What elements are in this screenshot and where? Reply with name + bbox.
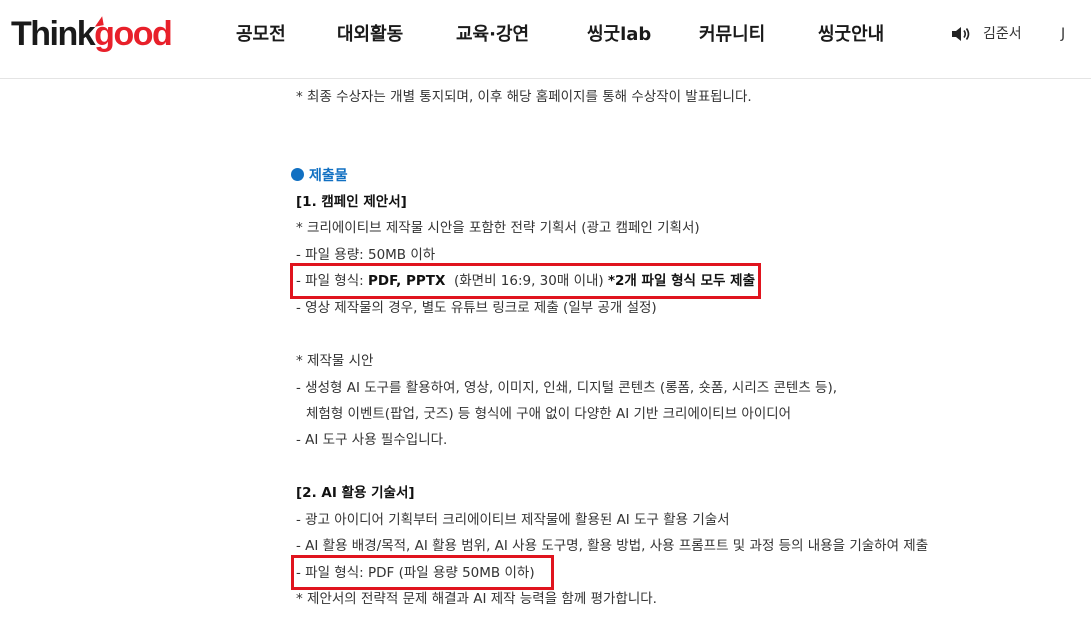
part2-line1: - 광고 아이디어 기획부터 크리에이티브 제작물에 활용된 AI 도구 활용 …	[296, 512, 730, 528]
nav-education[interactable]: 교육·강연	[456, 23, 529, 47]
part2-eval: * 제안서의 전략적 문제 해결과 AI 제작 능력을 함께 평가합니다.	[296, 591, 657, 607]
section-title-submission: 제출물	[291, 167, 348, 185]
part1-title: [1. 캠페인 제안서]	[296, 194, 407, 210]
site-header: Thinkgood 공모전 대외활동 교육·강연 씽굿lab 커뮤니티 씽굿안내…	[0, 0, 1091, 79]
draft-line1: - 생성형 AI 도구를 활용하여, 영상, 이미지, 인쇄, 디지털 콘텐츠 …	[296, 380, 838, 396]
draft-title: * 제작물 시안	[296, 353, 374, 369]
part1-video: - 영상 제작물의 경우, 별도 유튜브 링크로 제출 (일부 공개 설정)	[296, 300, 657, 316]
part2-title: [2. AI 활용 기술서]	[296, 485, 415, 501]
speaker-icon[interactable]	[951, 26, 971, 42]
nav-about[interactable]: 씽굿안내	[818, 23, 884, 47]
part1-desc: * 크리에이티브 제작물 시안을 포함한 전략 기획서 (광고 캠페인 기획서)	[296, 220, 700, 236]
user-initial-link[interactable]: J	[1061, 25, 1065, 43]
section-title-text: 제출물	[309, 168, 348, 184]
ai-required: - AI 도구 사용 필수입니다.	[296, 432, 448, 448]
part2-format: - 파일 형식: PDF (파일 용량 50MB 이하)	[296, 565, 535, 581]
thinkgood-logo[interactable]: Thinkgood	[11, 12, 173, 56]
part2-line2: - AI 활용 배경/목적, AI 활용 범위, AI 사용 도구명, 활용 방…	[296, 538, 929, 554]
part1-format: - 파일 형식: PDF, PPTX (화면비 16:9, 30매 이내) *2…	[296, 272, 755, 290]
part1-size: - 파일 용량: 50MB 이하	[296, 247, 436, 263]
user-name-link[interactable]: 김준서	[983, 25, 1022, 43]
logo-think: Think	[11, 15, 96, 53]
bullet-dot-icon	[291, 168, 304, 181]
draft-line2: 체험형 이벤트(팝업, 굿즈) 등 형식에 구애 없이 다양한 AI 기반 크리…	[306, 406, 792, 422]
winner-notice: * 최종 수상자는 개별 통지되며, 이후 해당 홈페이지를 통해 수상작이 발…	[296, 89, 752, 105]
logo-good: good	[94, 15, 173, 53]
part1-format-note: *2개 파일 형식 모두 제출	[607, 273, 756, 289]
nav-thinkgood-lab[interactable]: 씽굿lab	[587, 23, 651, 47]
nav-community[interactable]: 커뮤니티	[699, 23, 765, 47]
part1-format-prefix: - 파일 형식:	[296, 273, 368, 289]
logo-mark-icon	[93, 16, 104, 27]
nav-external-activity[interactable]: 대외활동	[337, 23, 403, 47]
part1-format-detail: (화면비 16:9, 30매 이내)	[445, 273, 608, 289]
nav-contest[interactable]: 공모전	[236, 23, 286, 47]
part1-format-types: PDF, PPTX	[367, 273, 446, 289]
